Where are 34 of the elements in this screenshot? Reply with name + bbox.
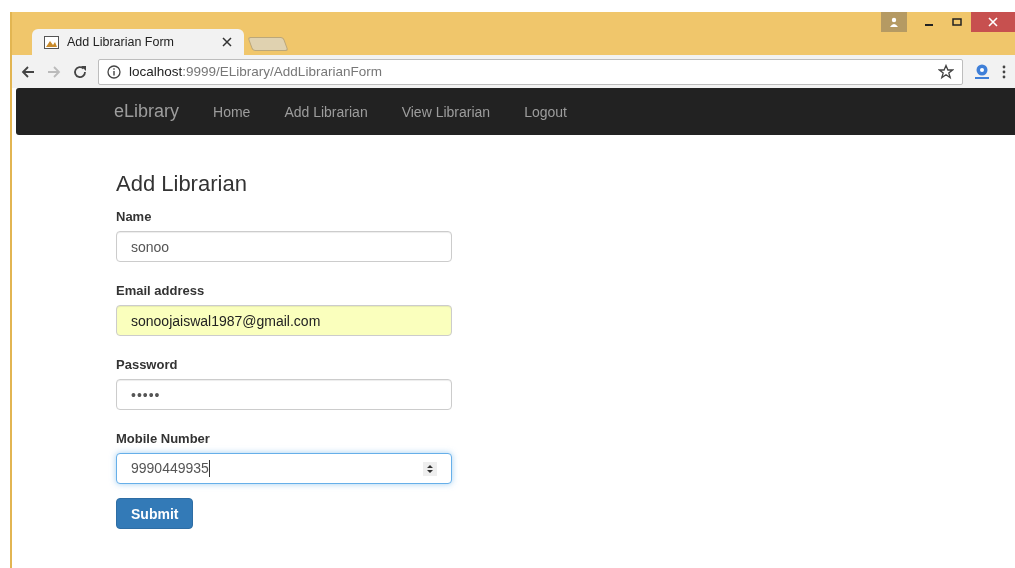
form-title: Add Librarian	[116, 171, 248, 197]
brand-link[interactable]: eLibrary	[114, 101, 180, 122]
close-window-button[interactable]	[971, 12, 1015, 32]
browser-tab[interactable]: Add Librarian Form	[32, 29, 244, 55]
maximize-icon	[952, 17, 962, 27]
input-field[interactable]: sonoojaiswal1987@gmail.com	[116, 305, 452, 336]
nav-link[interactable]: Add Librarian	[284, 103, 368, 120]
extension-icon[interactable]	[973, 62, 991, 81]
close-icon	[988, 17, 998, 27]
url-text: localhost:9999/ELibrary/AddLibrarianForm	[129, 64, 383, 79]
info-icon	[107, 64, 121, 79]
profile-button[interactable]	[881, 12, 907, 32]
close-icon[interactable]	[222, 37, 232, 47]
nav-link[interactable]: View Librarian	[401, 103, 491, 120]
submit-button[interactable]: Submit	[116, 498, 194, 529]
spinner-icon[interactable]	[423, 461, 437, 476]
reload-icon[interactable]	[72, 63, 88, 80]
field-label: Password	[116, 357, 179, 372]
address-bar[interactable]: localhost:9999/ELibrary/AddLibrarianForm	[98, 58, 963, 85]
input-field[interactable]: •••••	[116, 379, 452, 410]
field-label: Name	[116, 209, 153, 224]
menu-icon[interactable]	[1001, 63, 1007, 80]
field-label: Email address	[116, 283, 206, 298]
person-icon	[889, 17, 899, 27]
star-icon[interactable]	[938, 63, 954, 80]
minimize-icon	[925, 24, 933, 26]
back-arrow-icon[interactable]	[20, 63, 36, 80]
field-label: Mobile Number	[116, 431, 211, 446]
input-field[interactable]: sonoo	[116, 231, 452, 262]
tab-title: Add Librarian Form	[67, 35, 175, 49]
nav-link[interactable]: Home	[213, 103, 251, 120]
picture-icon	[44, 35, 59, 49]
nav-link[interactable]: Logout	[524, 103, 567, 120]
input-field[interactable]: 9990449935	[116, 453, 452, 484]
